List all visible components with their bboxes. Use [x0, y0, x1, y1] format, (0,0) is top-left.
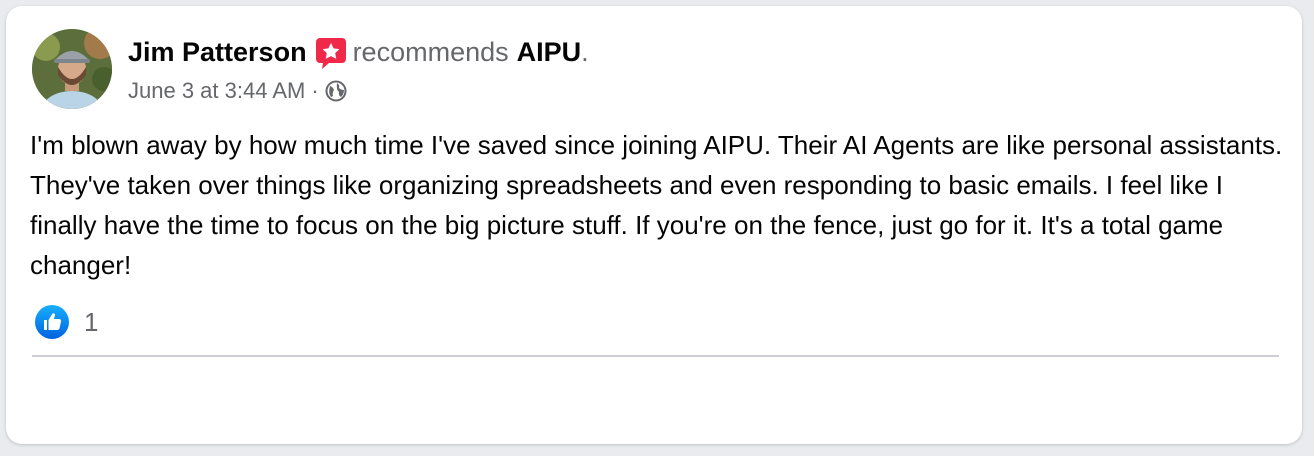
- globe-icon[interactable]: [325, 80, 347, 102]
- reactions-summary[interactable]: 1: [34, 304, 98, 340]
- recommend-star-icon: [315, 36, 347, 70]
- post-header-line: Jim Patterson recommends AIPU.: [128, 32, 589, 72]
- reaction-count: 1: [84, 306, 99, 337]
- avatar-photo: [32, 29, 112, 109]
- post-meta: June 3 at 3:44 AM ·: [128, 76, 347, 106]
- post-timestamp-link[interactable]: June 3 at 3:44 AM: [128, 78, 305, 104]
- author-avatar[interactable]: [32, 29, 112, 109]
- like-icon: [34, 304, 70, 340]
- post-body: I'm blown away by how much time I've sav…: [30, 125, 1290, 285]
- author-name-link[interactable]: Jim Patterson: [128, 32, 307, 72]
- actions-divider: [32, 355, 1279, 357]
- meta-separator: ·: [311, 78, 319, 103]
- post-paragraph: I'm blown away by how much time I've sav…: [30, 130, 1283, 280]
- page-name-link[interactable]: AIPU: [517, 32, 582, 72]
- review-post-card: Jim Patterson recommends AIPU. June 3 at…: [6, 6, 1302, 444]
- recommends-text: recommends: [352, 37, 509, 67]
- period-text: .: [581, 37, 589, 67]
